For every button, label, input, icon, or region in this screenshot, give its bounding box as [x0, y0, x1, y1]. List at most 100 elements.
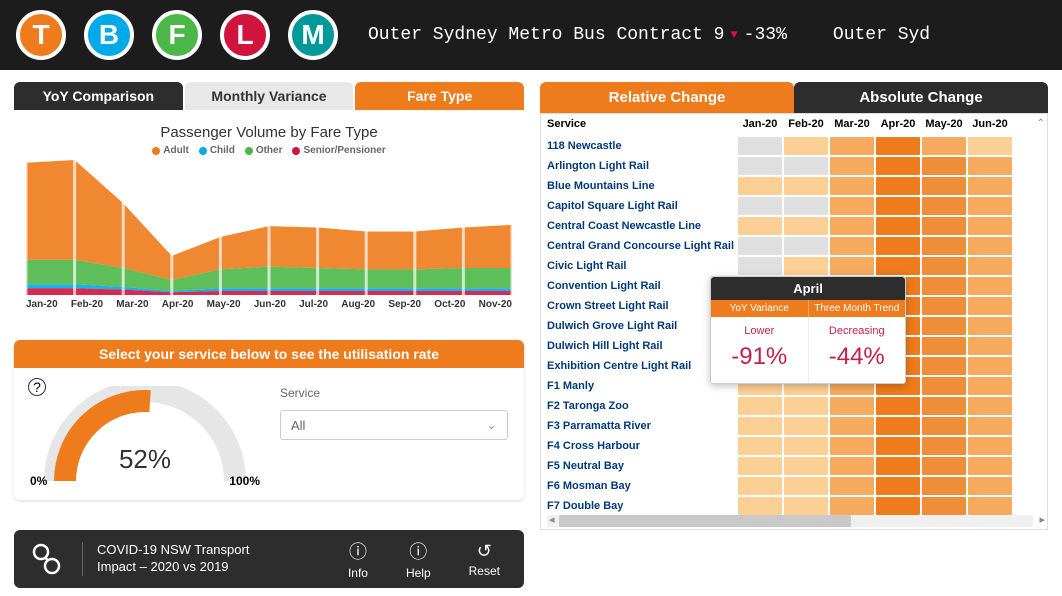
heatmap-cell[interactable] [922, 437, 966, 455]
heatmap-cell[interactable] [830, 177, 874, 195]
heatmap-cell[interactable] [922, 237, 966, 255]
heatmap-cell[interactable] [968, 197, 1012, 215]
heatmap-cell[interactable] [922, 257, 966, 275]
heatmap-row[interactable]: F7 Double Bay [541, 496, 1047, 516]
heatmap-cell[interactable] [784, 257, 828, 275]
heatmap-cell[interactable] [876, 497, 920, 515]
heatmap-cell[interactable] [738, 157, 782, 175]
heatmap-row[interactable]: Central Coast Newcastle Line [541, 216, 1047, 236]
heatmap-cell[interactable] [830, 137, 874, 155]
heatmap-cell[interactable] [738, 477, 782, 495]
heatmap-cell[interactable] [922, 357, 966, 375]
heatmap-cell[interactable] [830, 257, 874, 275]
area-chart[interactable] [26, 160, 512, 295]
heatmap-cell[interactable] [968, 257, 1012, 275]
heatmap-cell[interactable] [784, 177, 828, 195]
heatmap-row[interactable]: F6 Mosman Bay [541, 476, 1047, 496]
heatmap-cell[interactable] [738, 417, 782, 435]
heatmap-row[interactable]: F5 Neutral Bay [541, 456, 1047, 476]
info-button[interactable]: ⓘ Info [338, 538, 378, 580]
heatmap-cell[interactable] [830, 157, 874, 175]
heatmap-cell[interactable] [968, 357, 1012, 375]
heatmap-cell[interactable] [876, 177, 920, 195]
mode-metro-button[interactable]: M [288, 10, 338, 60]
heatmap-cell[interactable] [968, 377, 1012, 395]
heatmap-cell[interactable] [968, 177, 1012, 195]
mode-bus-button[interactable]: B [84, 10, 134, 60]
heatmap-cell[interactable] [830, 477, 874, 495]
heatmap-row[interactable]: 118 Newcastle [541, 136, 1047, 156]
heatmap-cell[interactable] [830, 217, 874, 235]
help-button[interactable]: ⓘ Help [396, 538, 441, 580]
heatmap-cell[interactable] [876, 257, 920, 275]
heatmap-cell[interactable] [922, 297, 966, 315]
tab-absolute-change[interactable]: Absolute Change [794, 82, 1048, 113]
heatmap-cell[interactable] [922, 457, 966, 475]
heatmap-cell[interactable] [830, 437, 874, 455]
heatmap-cell[interactable] [922, 497, 966, 515]
heatmap-cell[interactable] [784, 197, 828, 215]
heatmap-cell[interactable] [968, 157, 1012, 175]
heatmap-cell[interactable] [738, 457, 782, 475]
heatmap-cell[interactable] [876, 477, 920, 495]
heatmap-cell[interactable] [968, 497, 1012, 515]
heatmap-cell[interactable] [968, 417, 1012, 435]
tab-yoy-comparison[interactable]: YoY Comparison [14, 82, 183, 110]
heatmap-cell[interactable] [830, 197, 874, 215]
mode-lightrail-button[interactable]: L [220, 10, 270, 60]
heatmap-cell[interactable] [738, 237, 782, 255]
heatmap-cell[interactable] [738, 497, 782, 515]
heatmap-cell[interactable] [876, 237, 920, 255]
heatmap-row[interactable]: Arlington Light Rail [541, 156, 1047, 176]
heatmap-cell[interactable] [738, 197, 782, 215]
heatmap-cell[interactable] [830, 417, 874, 435]
heatmap-cell[interactable] [922, 177, 966, 195]
scroll-up-icon[interactable]: ⌃ [1037, 118, 1045, 129]
heatmap-cell[interactable] [876, 157, 920, 175]
heatmap-cell[interactable] [784, 457, 828, 475]
reset-button[interactable]: ↺ Reset [459, 541, 510, 578]
heatmap-cell[interactable] [922, 277, 966, 295]
heatmap-cell[interactable] [784, 497, 828, 515]
heatmap-cell[interactable] [876, 197, 920, 215]
heatmap-cell[interactable] [784, 397, 828, 415]
heatmap-cell[interactable] [922, 397, 966, 415]
heatmap-cell[interactable] [968, 337, 1012, 355]
heatmap-row[interactable]: Blue Mountains Line [541, 176, 1047, 196]
heatmap-cell[interactable] [968, 317, 1012, 335]
heatmap-cell[interactable] [784, 237, 828, 255]
heatmap-cell[interactable] [968, 237, 1012, 255]
tab-relative-change[interactable]: Relative Change [540, 82, 794, 113]
heatmap-cell[interactable] [830, 237, 874, 255]
heatmap-cell[interactable] [876, 457, 920, 475]
heatmap-row[interactable]: Capitol Square Light Rail [541, 196, 1047, 216]
service-select[interactable]: All ⌄ [280, 410, 508, 440]
tab-monthly-variance[interactable]: Monthly Variance [185, 82, 354, 110]
heatmap-cell[interactable] [876, 217, 920, 235]
heatmap-row[interactable]: F2 Taronga Zoo [541, 396, 1047, 416]
mode-ferry-button[interactable]: F [152, 10, 202, 60]
heatmap-cell[interactable] [784, 477, 828, 495]
heatmap-cell[interactable] [876, 397, 920, 415]
heatmap-cell[interactable] [968, 477, 1012, 495]
scroll-left-icon[interactable]: ◂ [549, 513, 555, 526]
heatmap-cell[interactable] [968, 137, 1012, 155]
heatmap-cell[interactable] [738, 177, 782, 195]
heatmap-cell[interactable] [738, 137, 782, 155]
heatmap-cell[interactable] [784, 437, 828, 455]
heatmap-cell[interactable] [922, 477, 966, 495]
heatmap-row[interactable]: Civic Light Rail [541, 256, 1047, 276]
heatmap-cell[interactable] [784, 137, 828, 155]
heatmap-cell[interactable] [784, 157, 828, 175]
heatmap-cell[interactable] [968, 437, 1012, 455]
heatmap-cell[interactable] [738, 397, 782, 415]
heatmap-cell[interactable] [830, 497, 874, 515]
heatmap-cell[interactable] [968, 297, 1012, 315]
heatmap-cell[interactable] [830, 397, 874, 415]
heatmap-cell[interactable] [876, 137, 920, 155]
heatmap-cell[interactable] [784, 417, 828, 435]
heatmap-cell[interactable] [968, 457, 1012, 475]
heatmap-cell[interactable] [784, 217, 828, 235]
heatmap-cell[interactable] [922, 217, 966, 235]
scroll-right-icon[interactable]: ▸ [1039, 513, 1045, 526]
